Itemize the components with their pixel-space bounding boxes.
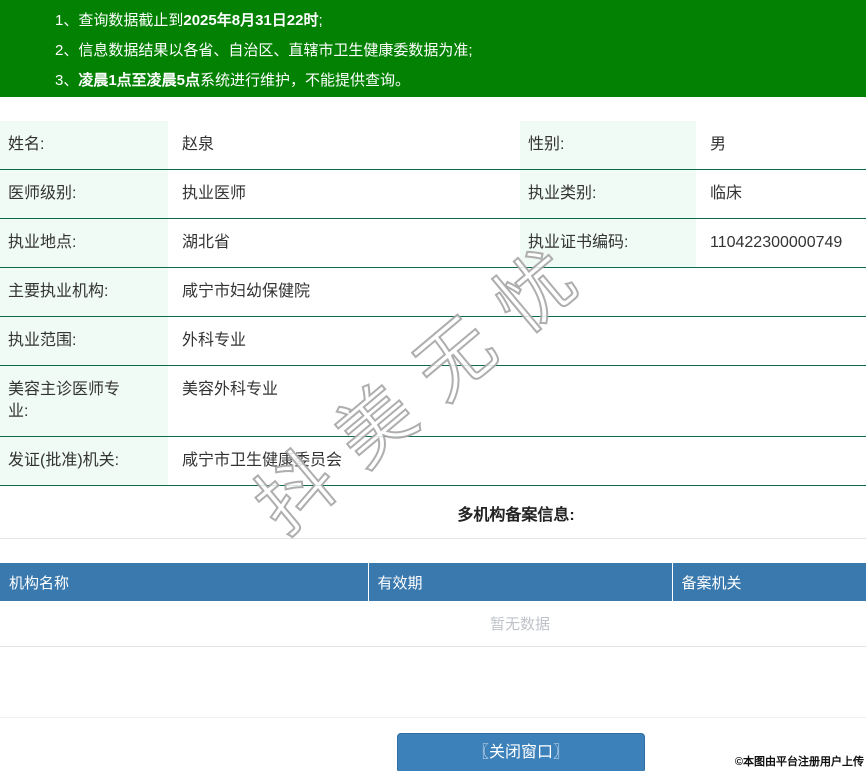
field-value-doctor-level: 执业医师 [168,169,520,219]
field-value-practice-scope: 外科专业 [168,316,866,366]
multi-institution-section-title: 多机构备案信息: [457,507,575,524]
field-label-practice-location: 执业地点: [0,218,168,268]
multi-institution-records-table: 机构名称 有效期 备案机关 暂无数据 [0,563,866,647]
records-header-row: 机构名称 有效期 备案机关 [0,563,866,601]
notice-text-bold: 凌晨1点至凌晨5点 [78,72,201,89]
notice-banner: 1、查询数据截止到2025年8月31日22时; 2、信息数据结果以各省、自治区、… [0,0,866,97]
table-row: 姓名: 赵泉 性别: 男 [0,121,866,170]
notice-number: 1、 [55,12,79,29]
table-row: 主要执业机构: 咸宁市妇幼保健院 [0,267,866,317]
field-label-name: 姓名: [0,121,168,170]
divider-line [0,538,866,539]
table-row: 执业范围: 外科专业 [0,316,866,366]
field-label-practice-scope: 执业范围: [0,316,168,366]
notice-number: 3、 [55,72,79,89]
field-label-main-institution: 主要执业机构: [0,267,168,317]
table-row: 执业地点: 湖北省 执业证书编码: 110422300000749 [0,218,866,268]
notice-line-2: 2、信息数据结果以各省、自治区、直辖市卫生健康委数据为准; [55,36,856,66]
field-value-name: 赵泉 [168,121,520,170]
field-label-certificate-number: 执业证书编码: [520,218,696,268]
field-value-gender: 男 [696,121,866,170]
notice-line-1: 1、查询数据截止到2025年8月31日22时; [55,6,856,36]
column-header-institution-name: 机构名称 [0,563,368,601]
upload-credit-text: ©本图由平台注册用户上传 [734,756,864,768]
table-row: 医师级别: 执业医师 执业类别: 临床 [0,169,866,219]
notice-text: 系统进行维护，不能提供查询。 [200,72,411,89]
field-value-issuing-authority: 咸宁市卫生健康委员会 [168,436,866,486]
field-value-practice-location: 湖北省 [168,218,520,268]
field-label-cosmetic-specialty: 美容主诊医师专业: [0,365,168,437]
notice-number: 2、 [55,42,79,59]
notice-text-bold: 2025年8月31日22时 [183,12,319,29]
notice-line-3: 3、凌晨1点至凌晨5点系统进行维护，不能提供查询。 [55,66,856,96]
notice-text: ; [318,12,323,29]
notice-text: 信息数据结果以各省、自治区、直辖市卫生健康委数据为准; [78,42,473,59]
query-result-page: 1、查询数据截止到2025年8月31日22时; 2、信息数据结果以各省、自治区、… [0,0,866,771]
field-value-certificate-number: 110422300000749 [696,218,866,268]
notice-text: 查询数据截止到 [78,12,184,29]
records-footer-area [0,647,866,718]
empty-state-text: 暂无数据 [0,601,866,647]
column-header-record-authority: 备案机关 [671,563,866,601]
field-value-cosmetic-specialty: 美容外科专业 [168,365,866,437]
close-window-button[interactable]: 〖关闭窗口〗 [397,733,645,771]
field-label-doctor-level: 医师级别: [0,169,168,219]
table-row: 发证(批准)机关: 咸宁市卫生健康委员会 [0,436,866,486]
field-label-practice-category: 执业类别: [520,169,696,219]
field-value-main-institution: 咸宁市妇幼保健院 [168,267,866,317]
column-header-validity-period: 有效期 [367,563,672,601]
field-label-gender: 性别: [520,121,696,170]
table-row: 美容主诊医师专业: 美容外科专业 [0,365,866,437]
field-value-practice-category: 临床 [696,169,866,219]
field-label-issuing-authority: 发证(批准)机关: [0,436,168,486]
records-empty-row: 暂无数据 [0,601,866,647]
practitioner-info-table: 姓名: 赵泉 性别: 男 医师级别: 执业医师 执业类别: 临床 执业地点: 湖… [0,121,866,486]
